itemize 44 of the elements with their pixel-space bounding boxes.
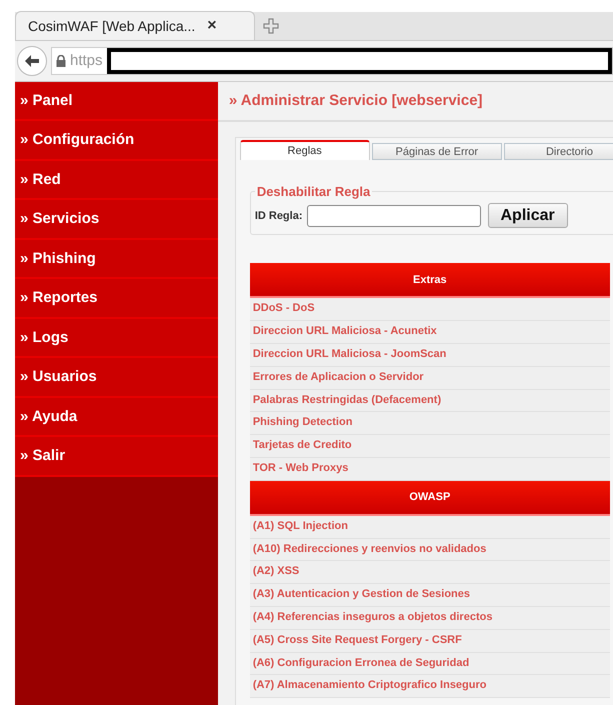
rule-link[interactable]: Errores de Aplicacion o Servidor (250, 366, 610, 390)
new-tab-icon[interactable] (263, 18, 279, 34)
url-field[interactable] (106, 48, 612, 74)
group-legend: Deshabilitar Regla (254, 182, 372, 202)
rule-link[interactable]: Tarjetas de Credito (250, 435, 610, 458)
rule-link[interactable]: TOR - Web Proxys (250, 458, 610, 481)
page-title: » Administrar Servicio [webservice] (228, 90, 483, 111)
rule-link[interactable]: (A10) Redirecciones y reenvios no validados (250, 538, 610, 562)
rule-id-field[interactable] (306, 204, 480, 227)
sidebar-item[interactable]: » Phishing (15, 240, 218, 280)
rule-link[interactable]: Phishing Detection (250, 412, 610, 436)
table-header: Extras (250, 263, 610, 298)
url-text: https (70, 50, 103, 71)
rule-link[interactable]: Palabras Restringidas (Defacement) (250, 390, 610, 412)
sidebar-item[interactable]: » Usuarios (15, 358, 218, 398)
rule-link[interactable]: (A6) Configuracion Erronea de Seguridad (250, 652, 610, 676)
tab-title: CosimWAF [Web Applica... (28, 16, 196, 36)
rule-link[interactable]: (A1) SQL Injection (250, 516, 610, 539)
tab[interactable]: Páginas de Error (372, 142, 502, 160)
id-label: ID Regla: (254, 208, 302, 224)
sidebar-item[interactable]: » Logs (15, 318, 218, 358)
sidebar-item[interactable]: » Salir (15, 437, 218, 477)
back-arrow-icon (25, 54, 39, 67)
sidebar-item[interactable]: » Panel (15, 82, 218, 122)
table-header: OWASP (250, 480, 610, 516)
sidebar-item[interactable]: » Red (15, 160, 218, 200)
rule-link[interactable]: (A5) Cross Site Request Forgery - CSRF (250, 630, 610, 653)
rule-link[interactable]: Direccion URL Maliciosa - JoomScan (250, 344, 610, 367)
tab[interactable]: Reglas (240, 140, 370, 160)
sidebar-item[interactable]: » Servicios (15, 200, 218, 240)
rule-link[interactable]: (A2) XSS (250, 561, 610, 584)
rule-link[interactable]: (A7) Almacenamiento Criptografico Inseguro (250, 675, 610, 698)
sidebar-item[interactable]: » Ayuda (15, 398, 218, 438)
lock-icon (56, 54, 66, 67)
browser-tab[interactable]: CosimWAF [Web Applica... × (15, 11, 255, 40)
rule-link[interactable]: DDoS - DoS (250, 298, 610, 322)
rule-link[interactable]: Direccion URL Maliciosa - Acunetix (250, 321, 610, 344)
rule-link[interactable]: (A4) Referencias inseguros a objetos directos (250, 607, 610, 630)
sidebar-item[interactable]: » Reportes (15, 279, 218, 319)
sidebar-item[interactable]: » Configuración (15, 121, 218, 161)
tab[interactable]: Directorio (504, 142, 613, 160)
back-button[interactable] (17, 46, 47, 76)
apply-button[interactable]: Aplicar (488, 203, 568, 228)
rule-link[interactable]: (A3) Autenticacion y Gestion de Sesiones (250, 584, 610, 608)
